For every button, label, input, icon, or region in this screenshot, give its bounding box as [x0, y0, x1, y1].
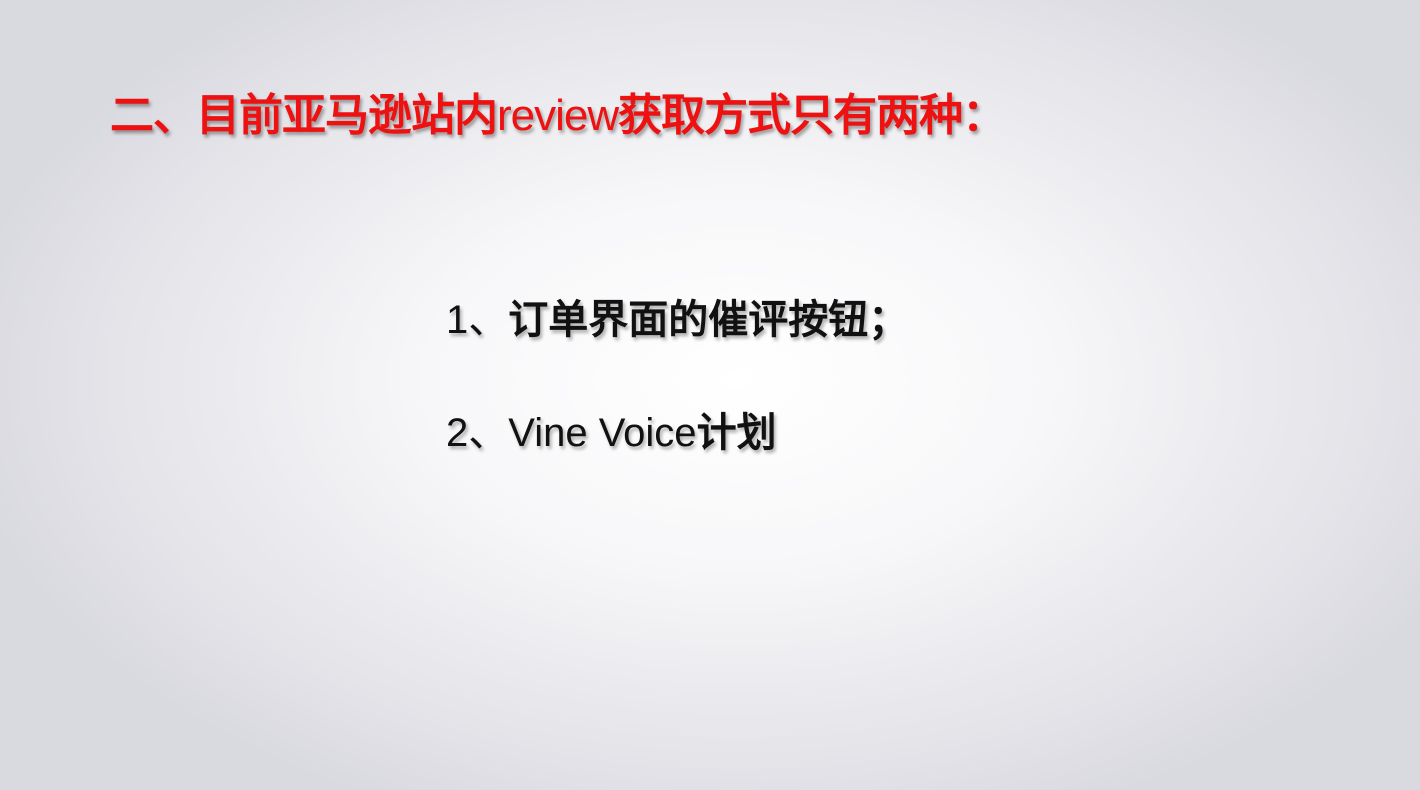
item-text-bold: 计划: [696, 411, 777, 455]
item-number: 1、: [446, 298, 509, 342]
item-text-normal: Vine Voice: [508, 411, 697, 455]
slide-title: 二、目前亚马逊站内review获取方式只有两种：: [110, 88, 1006, 144]
title-part-3: 获取方式只有两种：: [618, 91, 1006, 140]
list-item: 2、Vine Voice计划: [446, 407, 777, 459]
title-part-1: 二、目前亚马逊站内: [110, 91, 498, 140]
list-item: 1、订单界面的催评按钮；: [446, 294, 908, 346]
title-part-2: review: [497, 91, 619, 140]
item-number: 2、: [446, 411, 509, 455]
item-text-bold: 订单界面的催评按钮；: [508, 298, 909, 342]
